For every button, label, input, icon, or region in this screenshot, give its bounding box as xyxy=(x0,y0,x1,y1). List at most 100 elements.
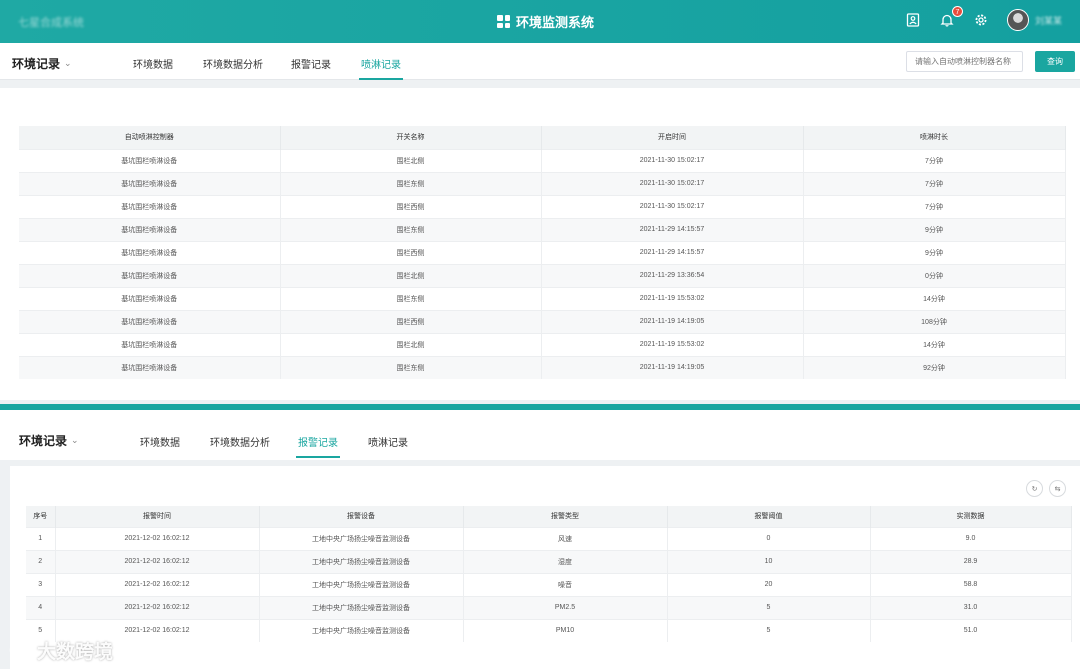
top-header: 七星合成系统 环境监测系统 7 刘某某 xyxy=(0,0,1080,43)
table-row[interactable]: 4 2021-12-02 16:02:12 工地中央广场扬尘噪音监测设备 PM2.5 5… xyxy=(26,595,1072,619)
tab-environment-data[interactable]: 环境数据 xyxy=(140,434,180,449)
table-cell: 0分钟 xyxy=(803,263,1066,287)
column-header: 实测数据 xyxy=(870,506,1072,527)
watermark-text: 大数跨境 xyxy=(37,642,114,663)
watermark: 大数跨境 xyxy=(8,637,113,664)
table-cell: PM2.5 xyxy=(463,595,668,619)
table-row[interactable]: 基坑围栏喷淋设备 围栏东侧 2021-11-19 14:19:05 92分钟 xyxy=(19,355,1066,379)
table-row[interactable]: 基坑围栏喷淋设备 围栏西侧 2021-11-19 14:19:05 108分钟 xyxy=(19,309,1066,333)
table-cell: 围栏东侧 xyxy=(280,171,542,195)
table-row[interactable]: 基坑围栏喷淋设备 围栏北侧 2021-11-19 15:53:02 14分钟 xyxy=(19,332,1066,356)
tab-environment-analysis[interactable]: 环境数据分析 xyxy=(210,434,270,449)
table-cell: 围栏北侧 xyxy=(280,332,542,356)
chevron-down-icon: ⌄ xyxy=(71,435,79,445)
tab-alarm-records[interactable]: 报警记录 xyxy=(296,434,340,458)
table-row[interactable]: 1 2021-12-02 16:02:12 工地中央广场扬尘噪音监测设备 风速 0 9.0 xyxy=(26,526,1072,550)
spray-records-table: 自动喷淋控制器 开关名称 开启时间 喷淋时长 基坑围栏喷淋设备 围栏北侧 2021-… xyxy=(19,126,1066,379)
watermark-logo-icon xyxy=(9,640,28,660)
table-cell: 工地中央广场扬尘噪音监测设备 xyxy=(259,526,464,550)
table-cell: 基坑围栏喷淋设备 xyxy=(19,194,281,218)
table-cell: 围栏西侧 xyxy=(280,240,542,264)
tab-spray-records[interactable]: 喷淋记录 xyxy=(359,56,403,80)
table-row[interactable]: 基坑围栏喷淋设备 围栏东侧 2021-11-29 14:15:57 9分钟 xyxy=(19,217,1066,241)
table-cell: 基坑围栏喷淋设备 xyxy=(19,309,281,333)
search-input[interactable] xyxy=(906,51,1023,72)
table-cell: 92分钟 xyxy=(803,355,1066,379)
table-cell: 工地中央广场扬尘噪音监测设备 xyxy=(259,572,464,596)
table-row[interactable]: 5 2021-12-02 16:02:12 工地中央广场扬尘噪音监测设备 PM10 5 5… xyxy=(26,618,1072,642)
table-cell: 基坑围栏喷淋设备 xyxy=(19,332,281,356)
bottom-tab-bar: 环境记录 ⌄ 环境数据 环境数据分析 报警记录 喷淋记录 xyxy=(0,410,1080,460)
column-header: 喷淋时长 xyxy=(803,126,1066,149)
column-header: 报警类型 xyxy=(463,506,668,527)
table-cell: 2021-11-29 14:15:57 xyxy=(541,217,804,241)
table-cell: 5 xyxy=(667,595,871,619)
table-cell: 2021-11-29 14:15:57 xyxy=(541,240,804,264)
table-cell: 9分钟 xyxy=(803,240,1066,264)
table-cell: 51.0 xyxy=(870,618,1072,642)
table-cell: 基坑围栏喷淋设备 xyxy=(19,171,281,195)
table-cell: 2021-11-19 14:19:05 xyxy=(541,355,804,379)
logo-text: 七星合成系统 xyxy=(18,17,84,29)
table-cell: 围栏东侧 xyxy=(280,355,542,379)
table-cell: 围栏东侧 xyxy=(280,286,542,310)
table-row[interactable]: 基坑围栏喷淋设备 围栏西侧 2021-11-30 15:02:17 7分钟 xyxy=(19,194,1066,218)
column-header: 序号 xyxy=(26,506,56,527)
table-cell: 14分钟 xyxy=(803,332,1066,356)
table-row[interactable]: 基坑围栏喷淋设备 围栏东侧 2021-11-19 15:53:02 14分钟 xyxy=(19,286,1066,310)
table-cell: 58.8 xyxy=(870,572,1072,596)
table-cell: 湿度 xyxy=(463,549,668,573)
table-cell: 基坑围栏喷淋设备 xyxy=(19,263,281,287)
table-cell: 2021-12-02 16:02:12 xyxy=(55,595,260,619)
app-title: 环境监测系统 xyxy=(497,12,594,31)
table-row[interactable]: 2 2021-12-02 16:02:12 工地中央广场扬尘噪音监测设备 湿度 10 28… xyxy=(26,549,1072,573)
section-title-text: 环境记录 xyxy=(12,57,61,71)
bell-icon[interactable]: 7 xyxy=(939,6,963,28)
table-cell: 108分钟 xyxy=(803,309,1066,333)
table-cell: 2021-11-19 15:53:02 xyxy=(541,332,804,356)
table-cell: 9分钟 xyxy=(803,217,1066,241)
search-button[interactable]: 查询 xyxy=(1035,51,1075,72)
contact-card-icon[interactable] xyxy=(905,12,921,28)
table-cell: 2021-11-19 15:53:02 xyxy=(541,286,804,310)
table-cell: 2021-12-02 16:02:12 xyxy=(55,549,260,573)
top-tab-bar: 环境记录 ⌄ 环境数据 环境数据分析 报警记录 喷淋记录 查询 xyxy=(0,43,1080,80)
table-cell: 2021-11-30 15:02:17 xyxy=(541,171,804,195)
table-cell: 14分钟 xyxy=(803,286,1066,310)
table-row[interactable]: 基坑围栏喷淋设备 围栏北侧 2021-11-30 15:02:17 7分钟 xyxy=(19,148,1066,172)
tab-spray-records[interactable]: 喷淋记录 xyxy=(368,434,408,449)
column-header: 报警阈值 xyxy=(667,506,871,527)
table-cell: 工地中央广场扬尘噪音监测设备 xyxy=(259,595,464,619)
table-row[interactable]: 3 2021-12-02 16:02:12 工地中央广场扬尘噪音监测设备 噪音 20 58… xyxy=(26,572,1072,596)
table-row[interactable]: 基坑围栏喷淋设备 围栏北侧 2021-11-29 13:36:54 0分钟 xyxy=(19,263,1066,287)
gear-icon[interactable] xyxy=(973,12,989,28)
section-title-text: 环境记录 xyxy=(19,434,68,448)
refresh-icon[interactable]: ↻ xyxy=(1026,480,1043,497)
avatar[interactable] xyxy=(1006,9,1029,31)
table-cell: 2 xyxy=(26,549,56,573)
table-cell: 9.0 xyxy=(870,526,1072,550)
table-cell: 0 xyxy=(667,526,871,550)
table-cell: 31.0 xyxy=(870,595,1072,619)
table-row[interactable]: 基坑围栏喷淋设备 围栏西侧 2021-11-29 14:15:57 9分钟 xyxy=(19,240,1066,264)
table-cell: 基坑围栏喷淋设备 xyxy=(19,355,281,379)
table-cell: 围栏北侧 xyxy=(280,263,542,287)
table-cell: 围栏东侧 xyxy=(280,217,542,241)
column-header: 报警设备 xyxy=(259,506,464,527)
table-cell: 1 xyxy=(26,526,56,550)
table-cell: 围栏北侧 xyxy=(280,148,542,172)
section-title-dropdown[interactable]: 环境记录 ⌄ xyxy=(12,55,72,72)
table-row[interactable]: 基坑围栏喷淋设备 围栏东侧 2021-11-30 15:02:17 7分钟 xyxy=(19,171,1066,195)
table-cell: 7分钟 xyxy=(803,194,1066,218)
tab-alarm-records[interactable]: 报警记录 xyxy=(291,56,331,71)
app-title-text: 环境监测系统 xyxy=(516,15,595,30)
username[interactable]: 刘某某 xyxy=(1035,14,1062,27)
table-cell: 2021-11-30 15:02:17 xyxy=(541,148,804,172)
tab-environment-data[interactable]: 环境数据 xyxy=(133,56,173,71)
section-title-dropdown[interactable]: 环境记录 ⌄ xyxy=(19,432,79,449)
table-cell: 5 xyxy=(667,618,871,642)
tab-environment-analysis[interactable]: 环境数据分析 xyxy=(203,56,263,71)
table-cell: 7分钟 xyxy=(803,171,1066,195)
table-cell: 28.9 xyxy=(870,549,1072,573)
column-settings-icon[interactable]: ⇆ xyxy=(1049,480,1066,497)
